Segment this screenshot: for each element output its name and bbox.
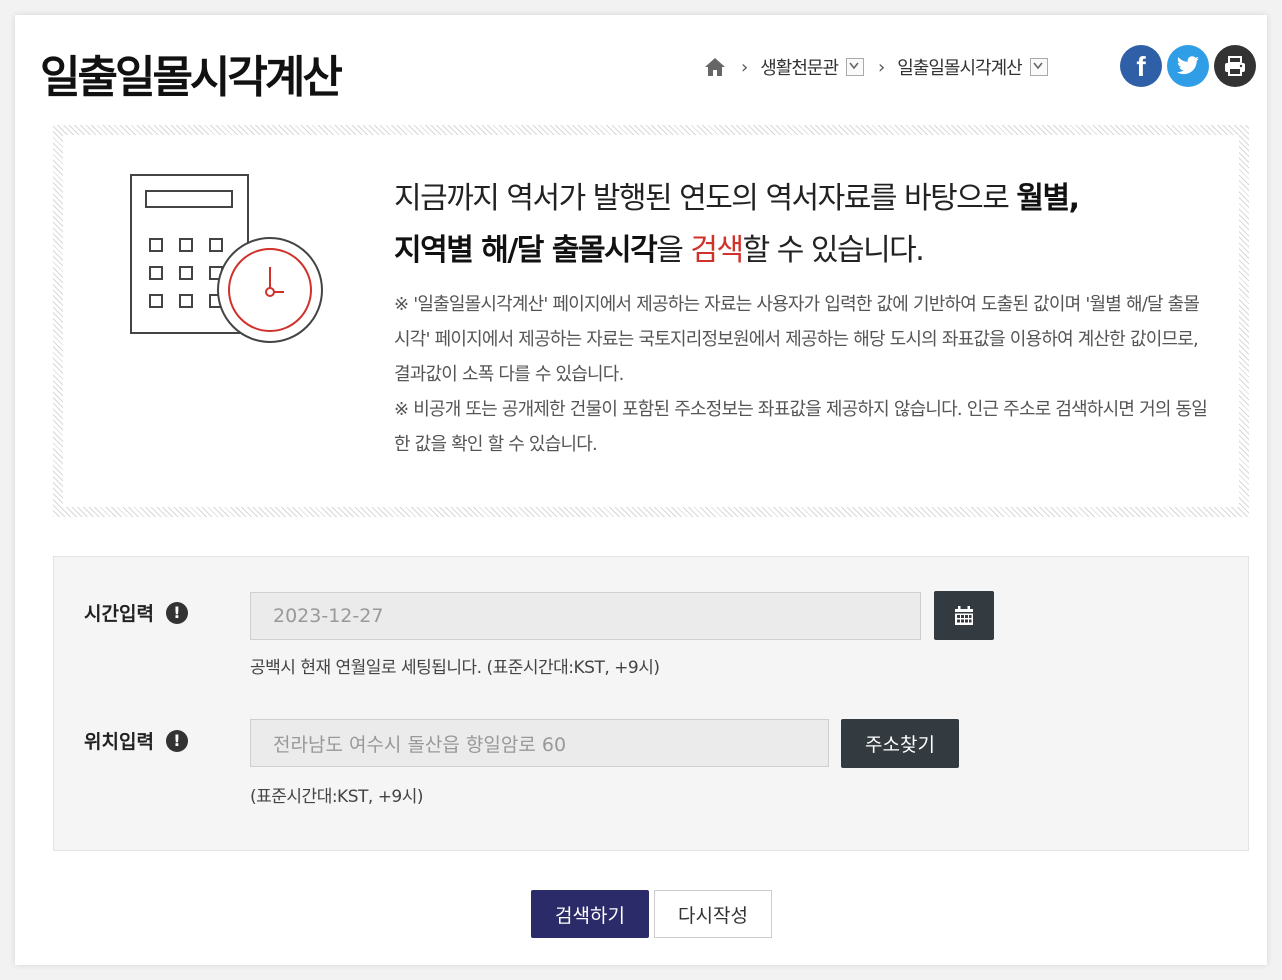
lead-bold: 지역별 해/달 출몰시각 [394, 233, 658, 268]
time-input-label: 시간입력 ! [84, 599, 188, 626]
search-button[interactable]: 검색하기 [531, 890, 649, 938]
chevron-down-icon[interactable] [1029, 58, 1048, 76]
warning-icon[interactable]: ! [165, 729, 188, 752]
location-hint: (표준시간대:KST, +9시) [250, 787, 424, 807]
find-address-button[interactable]: 주소찾기 [841, 719, 959, 768]
breadcrumb-item-2[interactable]: 일출일몰시각계산 [897, 54, 1048, 80]
breadcrumb-item-label: 일출일몰시각계산 [897, 58, 1022, 79]
address-input[interactable]: 전라남도 여수시 돌산읍 향일암로 60 [250, 719, 829, 767]
page-title: 일출일몰시각계산 [40, 52, 343, 103]
breadcrumb: › 생활천문관 › 일출일몰시각계산 [703, 49, 1048, 85]
facebook-share-button[interactable]: f [1120, 45, 1162, 87]
date-input[interactable]: 2023-12-27 [250, 592, 921, 640]
lead-text: 을 [656, 233, 691, 268]
breadcrumb-separator: › [741, 56, 749, 78]
facebook-icon: f [1136, 51, 1146, 82]
info-notes: ※ '일출일몰시각계산' 페이지에서 제공하는 자료는 사용자가 입력한 값에 … [394, 287, 1214, 462]
search-form: 시간입력 ! 2023-12-27 공백시 현재 연월일로 세팅됩니다. (표준… [53, 556, 1249, 851]
reset-button[interactable]: 다시작성 [654, 890, 772, 938]
chevron-down-icon[interactable] [846, 58, 865, 76]
breadcrumb-item-label: 생활천문관 [760, 58, 839, 79]
home-icon[interactable] [703, 55, 727, 79]
location-label-text: 위치입력 [84, 731, 154, 753]
print-button[interactable] [1214, 45, 1256, 87]
lead-text: 지금까지 역서가 발행된 연도의 역서자료를 바탕으로 [394, 181, 1017, 216]
time-label-text: 시간입력 [84, 603, 154, 625]
info-note: ※ 비공개 또는 공개제한 건물이 포함된 주소정보는 좌표값을 제공하지 않습… [394, 399, 1208, 455]
page-card: 일출일몰시각계산 › 생활천문관 › 일출일몰시각계산 f 지금까지 역서가 발… [15, 15, 1267, 965]
twitter-share-button[interactable] [1167, 45, 1209, 87]
calculator-clock-icon [130, 174, 323, 343]
twitter-icon [1177, 56, 1199, 75]
info-panel: 지금까지 역서가 발행된 연도의 역서자료를 바탕으로 월별, 지역별 해/달 … [53, 125, 1249, 517]
location-input-label: 위치입력 ! [84, 727, 188, 754]
calendar-icon [955, 605, 973, 625]
calendar-button[interactable] [934, 591, 994, 640]
lead-highlight: 검색 [690, 233, 744, 268]
info-note: ※ '일출일몰시각계산' 페이지에서 제공하는 자료는 사용자가 입력한 값에 … [394, 294, 1200, 385]
breadcrumb-item-1[interactable]: 생활천문관 [760, 54, 865, 80]
info-panel-inner: 지금까지 역서가 발행된 연도의 역서자료를 바탕으로 월별, 지역별 해/달 … [63, 135, 1239, 507]
time-hint: 공백시 현재 연월일로 세팅됩니다. (표준시간대:KST, +9시) [250, 658, 660, 678]
breadcrumb-separator: › [878, 56, 886, 78]
info-lead-text: 지금까지 역서가 발행된 연도의 역서자료를 바탕으로 월별, 지역별 해/달 … [394, 173, 1194, 277]
lead-bold: 월별, [1016, 181, 1080, 216]
warning-icon[interactable]: ! [165, 601, 188, 624]
print-icon [1225, 56, 1245, 76]
lead-text: 할 수 있습니다. [742, 233, 925, 268]
